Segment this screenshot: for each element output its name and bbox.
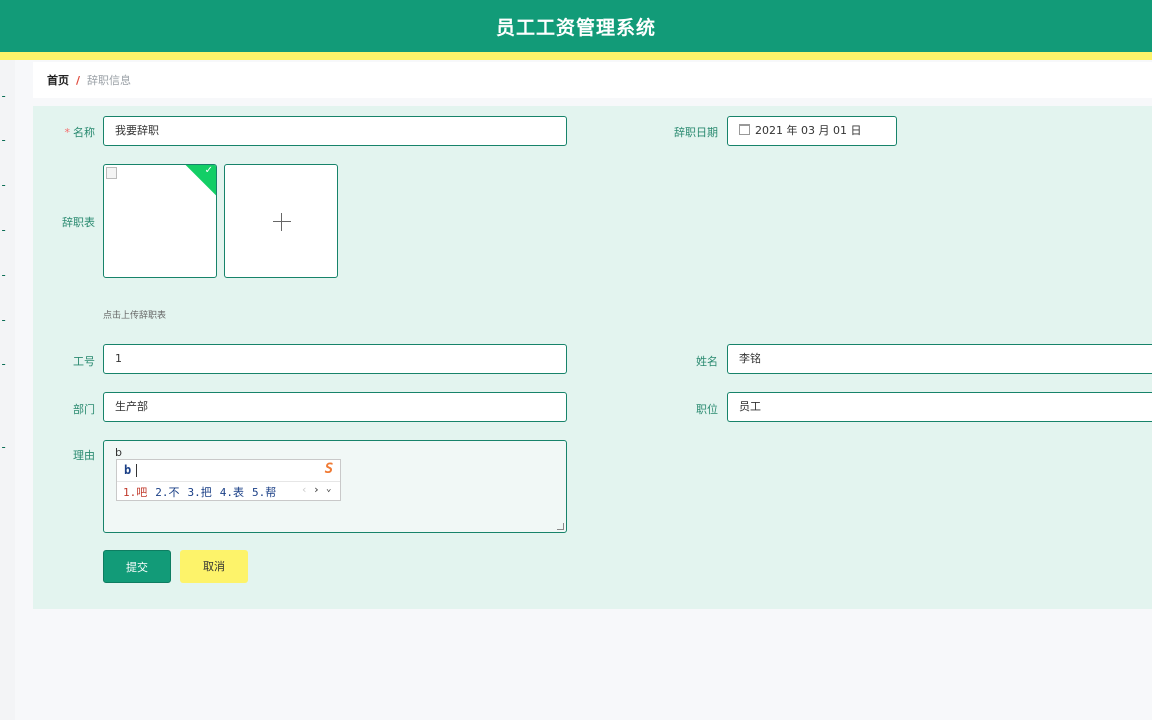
breadcrumb-home-link[interactable]: 首页 xyxy=(47,72,69,88)
ime-prev-page-icon[interactable]: ‹ xyxy=(301,483,308,496)
breadcrumb: 首页 / 辞职信息 xyxy=(33,62,1152,98)
uploaded-file-thumbnail[interactable]: ✓ xyxy=(103,164,217,278)
sidebar-item[interactable]: -- xyxy=(0,312,14,328)
ime-expand-icon[interactable]: ⌄ xyxy=(326,484,331,494)
position-input[interactable]: 员工 xyxy=(727,392,1152,422)
employee-no-input[interactable]: 1 xyxy=(103,344,567,374)
sidebar-item[interactable]: -- xyxy=(0,88,14,104)
department-input[interactable]: 生产部 xyxy=(103,392,567,422)
breadcrumb-separator: / xyxy=(76,73,81,87)
reason-label: 理由 xyxy=(73,449,95,462)
upload-tip: 点击上传辞职表 xyxy=(103,311,167,321)
employee-name-input[interactable]: 李铭 xyxy=(727,344,1152,374)
check-icon: ✓ xyxy=(204,165,213,176)
ime-candidate[interactable]: 3.把 xyxy=(188,486,212,499)
app-header: 员工工资管理系统 xyxy=(0,0,1152,52)
ime-candidate[interactable]: 1.吧 xyxy=(123,486,147,499)
header-accent-stripe xyxy=(0,52,1152,60)
name-label: * 名称 xyxy=(64,126,96,139)
reason-text: b xyxy=(115,446,122,459)
ime-candidate-popup: b S 1.吧 2.不 3.把 4.表 5.帮 ‹ › ⌄ xyxy=(116,459,341,501)
ime-composition: b xyxy=(124,463,132,477)
sidebar-item[interactable]: -- xyxy=(0,222,14,238)
ime-next-page-icon[interactable]: › xyxy=(313,483,320,496)
plus-icon xyxy=(273,221,291,222)
name-input[interactable]: 我要辞职 xyxy=(103,116,567,146)
broken-image-icon xyxy=(106,167,117,179)
sidebar-item[interactable]: -- xyxy=(0,439,14,455)
ime-candidates: 1.吧 2.不 3.把 4.表 5.帮 xyxy=(123,484,284,500)
required-mark: * xyxy=(64,126,71,139)
resign-form-label: 辞职表 xyxy=(62,216,95,229)
ime-candidate[interactable]: 4.表 xyxy=(220,486,244,499)
sidebar-item[interactable]: -- xyxy=(0,132,14,148)
submit-button[interactable]: 提交 xyxy=(103,550,171,583)
ime-candidate[interactable]: 5.帮 xyxy=(252,486,276,499)
sidebar-item[interactable]: -- xyxy=(0,267,14,283)
sidebar-item[interactable]: -- xyxy=(0,177,14,193)
resign-date-label: 辞职日期 xyxy=(674,126,718,139)
calendar-icon xyxy=(739,124,750,135)
resignation-form: * 名称 我要辞职 辞职日期 2021 年 03 月 01 日 辞职表 ✓ 点击上… xyxy=(33,106,1152,609)
breadcrumb-current: 辞职信息 xyxy=(87,74,132,87)
app-title: 员工工资管理系统 xyxy=(495,16,656,39)
employee-no-label: 工号 xyxy=(73,355,95,368)
sidebar-item[interactable]: -- xyxy=(0,356,14,372)
text-cursor-icon xyxy=(136,464,137,477)
position-label: 职位 xyxy=(696,403,718,416)
sogou-logo-icon: S xyxy=(324,461,334,477)
resign-date-picker[interactable]: 2021 年 03 月 01 日 xyxy=(727,116,897,146)
cancel-button[interactable]: 取消 xyxy=(180,550,248,583)
sidebar: -- -- -- -- -- -- -- -- xyxy=(0,60,15,720)
resize-handle-icon[interactable] xyxy=(557,523,564,530)
upload-button[interactable] xyxy=(224,164,338,278)
employee-name-label: 姓名 xyxy=(696,355,718,368)
resign-date-value: 2021 年 03 月 01 日 xyxy=(755,124,862,137)
ime-candidate[interactable]: 2.不 xyxy=(155,486,179,499)
department-label: 部门 xyxy=(73,403,95,416)
